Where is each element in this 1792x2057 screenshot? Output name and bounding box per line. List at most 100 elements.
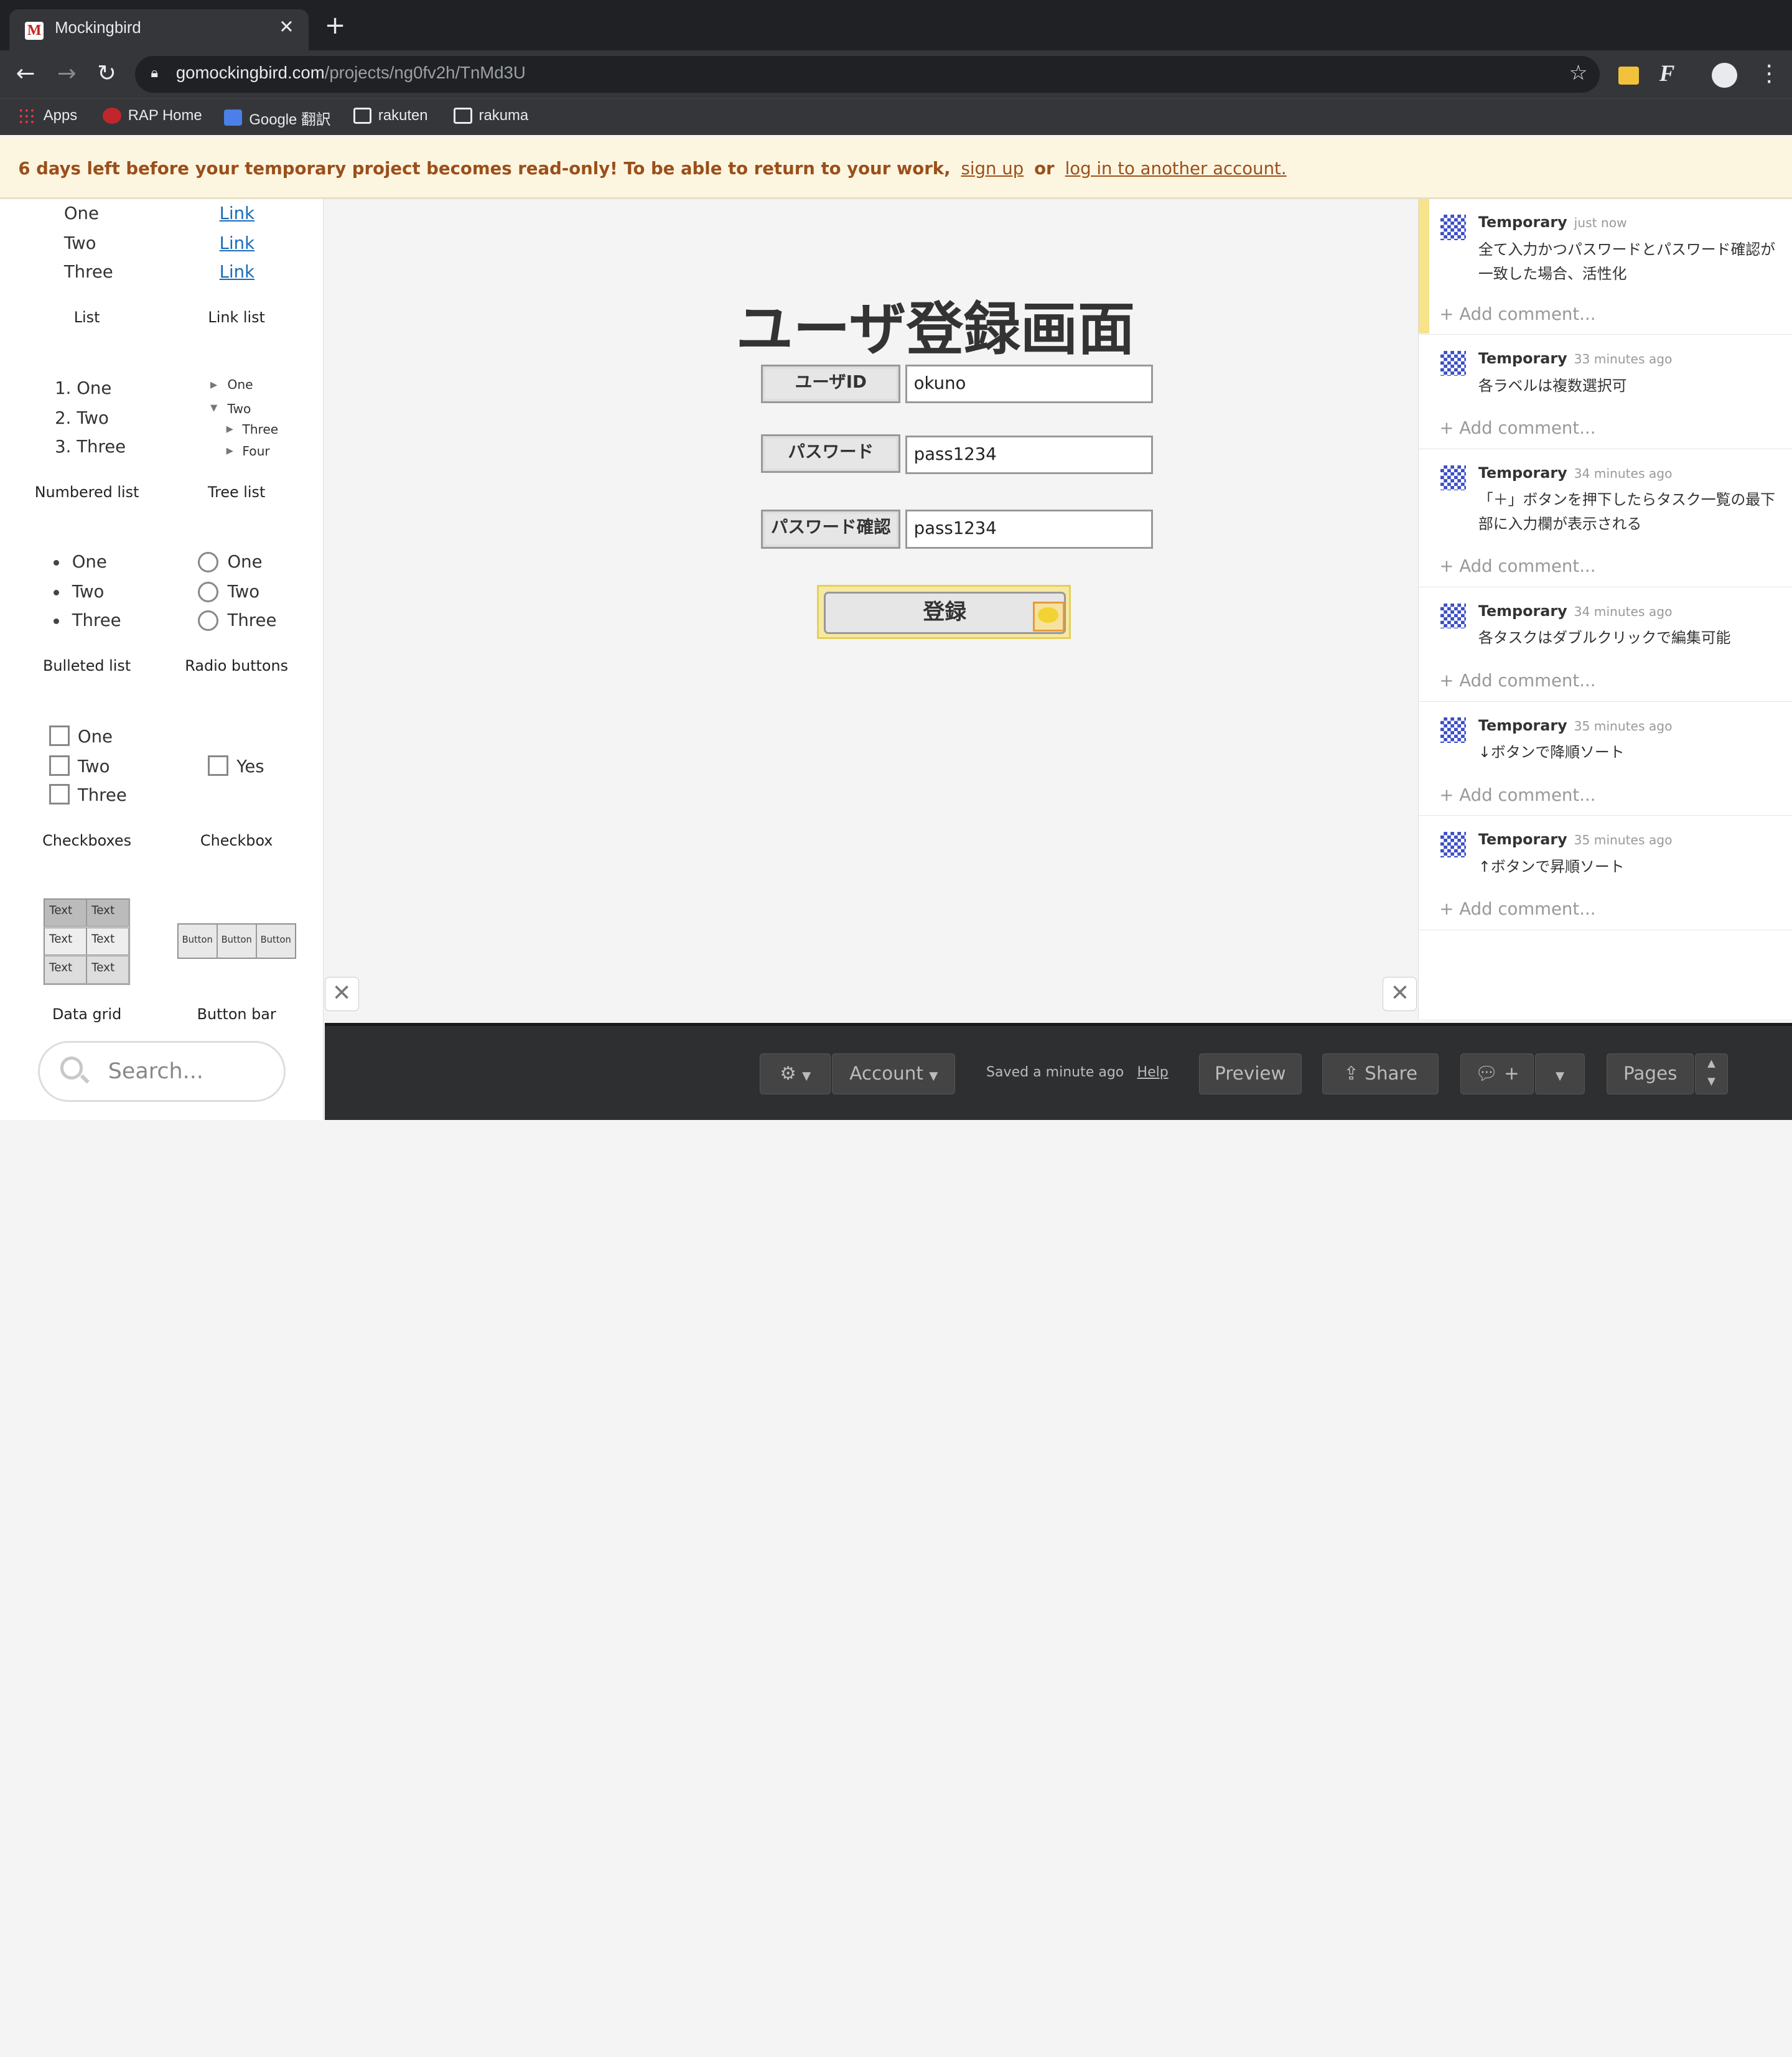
radio-button[interactable] <box>197 552 218 573</box>
pages-stepper[interactable]: ▲ ▼ <box>1694 1053 1729 1095</box>
comment-header: Temporary just now <box>1478 213 1627 231</box>
password-confirm-input[interactable]: pass1234 <box>905 510 1154 549</box>
password-confirm-label[interactable]: パスワード確認 <box>761 510 901 549</box>
radio-button[interactable] <box>197 610 218 631</box>
browser-menu-icon[interactable]: ⋮ <box>1758 60 1781 86</box>
tab-title: Mockingbird <box>55 19 141 37</box>
tree-item[interactable]: One <box>228 377 253 392</box>
tree-item[interactable]: Three <box>242 422 278 437</box>
back-icon[interactable]: ← <box>16 60 35 86</box>
bookmark-rakuma[interactable]: rakuma <box>454 107 528 124</box>
browser-tab[interactable]: M Mockingbird ✕ <box>9 9 309 50</box>
palette-search-input[interactable]: Search... <box>37 1041 286 1102</box>
tree-collapsed-icon[interactable]: ▶ <box>210 380 217 390</box>
forward-icon[interactable]: → <box>57 60 77 86</box>
bookmark-rakuten[interactable]: rakuten <box>353 107 428 124</box>
checkbox[interactable] <box>208 755 229 777</box>
palette-list-item[interactable]: Two <box>64 233 96 253</box>
add-comment-link[interactable]: + Add comment... <box>1439 785 1595 805</box>
account-button[interactable]: Account ▼ <box>832 1053 956 1095</box>
palette-link[interactable]: Link <box>220 203 254 223</box>
add-comment-label: Add comment... <box>1459 304 1596 324</box>
userid-label[interactable]: ユーザID <box>761 364 901 404</box>
add-comment-link[interactable]: + Add comment... <box>1439 418 1595 438</box>
palette-link[interactable]: Link <box>220 262 254 282</box>
bookmark-google-translate[interactable]: Google 翻訳 <box>223 107 331 129</box>
bookmark-star-icon[interactable]: ☆ <box>1569 60 1588 85</box>
close-left-panel-icon[interactable]: ✕ <box>324 977 359 1012</box>
pages-button[interactable]: Pages <box>1607 1053 1694 1095</box>
checkbox[interactable] <box>49 755 70 777</box>
font-extension-icon[interactable]: F <box>1659 60 1675 86</box>
register-button[interactable]: 登録 <box>823 591 1066 634</box>
button-bar-item: Button <box>256 924 296 958</box>
comment-item[interactable]: Temporary 35 minutes ago ↓ボタンで降順ソート + Add… <box>1419 702 1792 816</box>
login-link[interactable]: log in to another account. <box>1065 159 1287 179</box>
new-tab-icon[interactable]: + <box>325 12 346 37</box>
profile-avatar-icon[interactable] <box>1712 63 1737 88</box>
gear-icon: ⚙ <box>780 1062 796 1084</box>
password-input[interactable]: pass1234 <box>905 435 1154 475</box>
comment-author: Temporary <box>1478 602 1567 620</box>
tree-item[interactable]: Two <box>228 401 251 416</box>
register-button-selection[interactable]: 登録 <box>817 585 1071 639</box>
checkbox-label: Three <box>77 785 127 805</box>
bulleted-item[interactable]: Two <box>72 582 105 602</box>
form-title[interactable]: ユーザ登録画面 <box>736 283 1135 366</box>
checkbox-label: Yes <box>236 756 264 777</box>
tab-close-icon[interactable]: ✕ <box>279 16 294 37</box>
grid-cell: Text <box>86 956 129 984</box>
bulleted-item[interactable]: Three <box>72 610 121 630</box>
data-grid-component[interactable]: Text Text Text Text Text Text <box>43 898 131 986</box>
browser-toolbar: ← → ↻ 🔒︎ gomockingbird.com/projects/ng0f… <box>0 50 1792 98</box>
bookmark-rap-home[interactable]: RAP Home <box>103 107 202 124</box>
share-button[interactable]: ⇪ Share <box>1322 1053 1439 1095</box>
checkbox[interactable] <box>49 725 70 747</box>
bookmark-apps[interactable]: Apps <box>18 107 77 124</box>
add-comment-link[interactable]: + Add comment... <box>1439 671 1595 691</box>
tree-collapsed-icon[interactable]: ▶ <box>226 445 233 456</box>
radio-button[interactable] <box>197 581 218 602</box>
help-link[interactable]: Help <box>1137 1065 1169 1080</box>
palette-link[interactable]: Link <box>220 233 254 253</box>
extension-icon[interactable] <box>1618 66 1639 85</box>
sign-up-link[interactable]: sign up <box>961 159 1024 179</box>
comment-author: Temporary <box>1478 831 1567 849</box>
folder-icon <box>454 107 472 124</box>
numbered-item[interactable]: 2. Two <box>55 408 109 428</box>
bulleted-item[interactable]: One <box>72 552 107 572</box>
address-bar[interactable]: 🔒︎ gomockingbird.com/projects/ng0fv2h/Tn… <box>134 55 1600 93</box>
bulleted-list-caption: Bulleted list <box>42 657 131 675</box>
add-comment-link[interactable]: + Add comment... <box>1439 304 1595 324</box>
comment-item[interactable]: Temporary 34 minutes ago 「＋」ボタンを押下したらタスク一… <box>1419 449 1792 588</box>
tree-expanded-icon[interactable]: ▼ <box>210 403 217 413</box>
settings-button[interactable]: ⚙ ▼ <box>760 1053 831 1095</box>
comment-item[interactable]: Temporary 33 minutes ago 各ラベルは複数選択可 + Add… <box>1419 335 1792 449</box>
palette-list-item[interactable]: One <box>64 203 99 223</box>
userid-input[interactable]: okuno <box>905 364 1154 404</box>
mockup-canvas[interactable]: ユーザ登録画面 ユーザID okuno パスワード pass1234 パスワード… <box>324 198 1419 1022</box>
preview-button[interactable]: Preview <box>1198 1053 1302 1095</box>
comment-bubble-icon[interactable] <box>1032 602 1065 632</box>
checkbox[interactable] <box>49 783 70 805</box>
close-right-panel-icon[interactable]: ✕ <box>1383 977 1417 1012</box>
button-bar-component[interactable]: Button Button Button <box>177 923 296 959</box>
tree-collapsed-icon[interactable]: ▶ <box>226 424 233 434</box>
share-label: Share <box>1365 1062 1418 1084</box>
comment-item[interactable]: Temporary 35 minutes ago ↑ボタンで昇順ソート + Add… <box>1419 816 1792 931</box>
reload-icon[interactable]: ↻ <box>97 60 116 86</box>
folder-icon <box>353 107 371 124</box>
numbered-item[interactable]: 1. One <box>55 378 111 398</box>
add-comment-link[interactable]: + Add comment... <box>1439 556 1595 576</box>
password-label[interactable]: パスワード <box>761 434 901 473</box>
add-comment-link[interactable]: + Add comment... <box>1439 899 1595 919</box>
comment-time: 35 minutes ago <box>1574 718 1673 734</box>
palette-list-item[interactable]: Three <box>64 262 113 282</box>
tree-item[interactable]: Four <box>242 444 269 459</box>
bookmark-label: rakuma <box>478 106 529 124</box>
add-comment-button[interactable]: 💬︎ + <box>1460 1053 1534 1095</box>
comment-item[interactable]: Temporary 34 minutes ago 各タスクはダブルクリックで編集可… <box>1419 587 1792 702</box>
comment-menu-button[interactable]: ▼ <box>1534 1053 1585 1095</box>
numbered-item[interactable]: 3. Three <box>55 437 126 457</box>
comment-item[interactable]: Temporary just now 全て入力かつパスワードとパスワード確認が一致… <box>1419 199 1792 335</box>
